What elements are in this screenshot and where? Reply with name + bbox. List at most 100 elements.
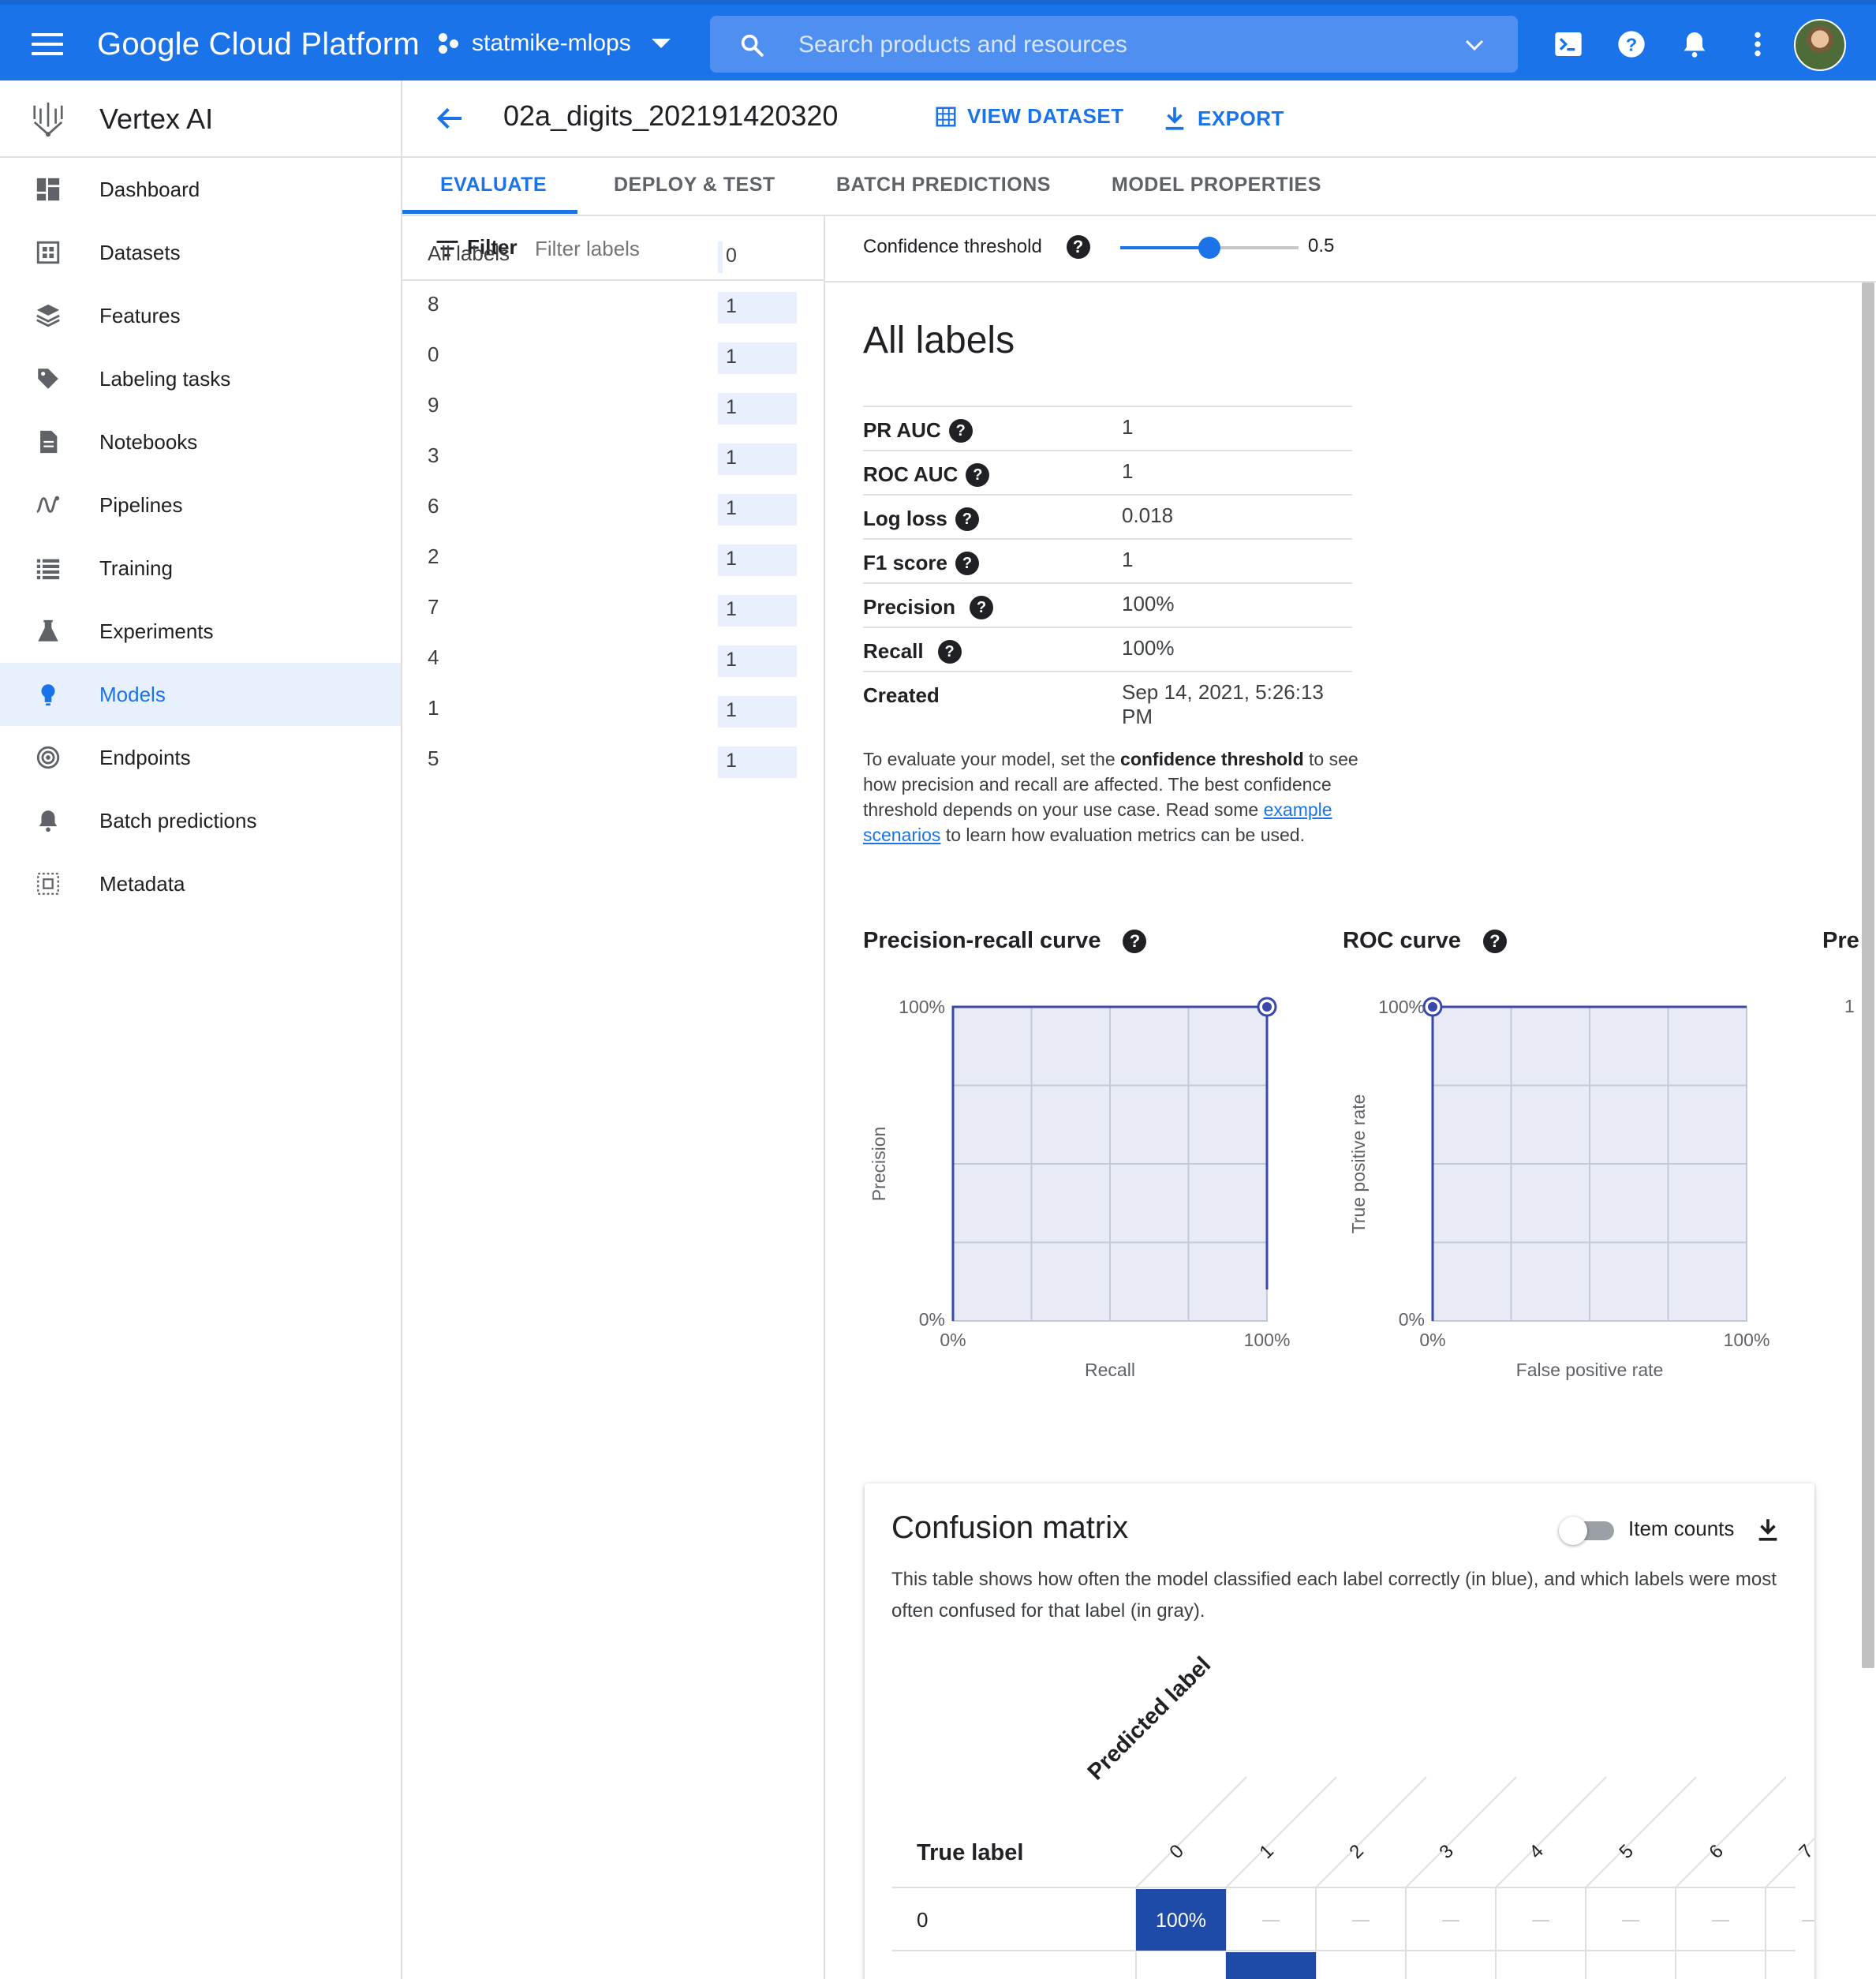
label-row[interactable]: 21 [402, 532, 825, 582]
scrollbar-thumb[interactable] [1862, 282, 1874, 1668]
help-icon[interactable]: ? [966, 462, 990, 487]
column-divider [1675, 1776, 1787, 1888]
roc-chart: 100% 0%0% 100% False positive rate True posi… [1348, 997, 1769, 1380]
svg-text:?: ? [1626, 34, 1637, 54]
download-icon[interactable] [1755, 1515, 1781, 1543]
project-selector[interactable]: statmike-mlops [437, 30, 671, 57]
label-name: 5 [428, 746, 439, 770]
pr-curve-title: Precision-recall curve ? [863, 928, 1147, 954]
sidebar-item-training[interactable]: Training [0, 537, 401, 600]
cell-value: — [1442, 1910, 1459, 1929]
notifications-bell-icon[interactable] [1679, 28, 1710, 60]
column-divider [1135, 1776, 1247, 1888]
slider-fill [1120, 246, 1209, 249]
metric-row: Precision? 100% [863, 582, 1352, 627]
sidebar-item-labeling-tasks[interactable]: Labeling tasks [0, 347, 401, 410]
tab-batch-predictions[interactable]: BATCH PREDICTIONS [836, 174, 1051, 196]
label-value: 1 [726, 447, 737, 469]
metric-key-cell: F1 score? [863, 551, 979, 575]
tab-deploy-test[interactable]: DEPLOY & TEST [614, 174, 775, 196]
metric-name: ROC AUC [863, 462, 959, 486]
threshold-point-dot [1428, 1002, 1437, 1012]
help-icon[interactable]: ? [955, 507, 979, 531]
sidebar-item-models[interactable]: Models [0, 663, 401, 726]
evaluation-explanation: To evaluate your model, set the confiden… [863, 746, 1376, 847]
chevron-down-icon[interactable] [1463, 33, 1486, 57]
metric-name: F1 score [863, 551, 947, 574]
search-bar[interactable]: Search products and resources [710, 16, 1518, 73]
threshold-bar: Confidence threshold ? 0.5 [825, 216, 1876, 282]
label-row[interactable]: 31 [402, 431, 825, 481]
column-divider [1495, 1776, 1607, 1888]
help-icon[interactable]: ? [1123, 929, 1147, 953]
more-vert-icon[interactable] [1742, 28, 1773, 60]
sidebar-item-endpoints[interactable]: Endpoints [0, 726, 401, 789]
sidebar-item-pipelines[interactable]: Pipelines [0, 473, 401, 537]
metric-key-cell: ROC AUC? [863, 462, 990, 487]
column-header: 2 [1345, 1840, 1368, 1863]
column-header: 3 [1435, 1840, 1458, 1863]
sidebar-item-features[interactable]: Features [0, 284, 401, 347]
label-row[interactable]: 11 [402, 683, 825, 734]
roc-curve-title-text: ROC curve [1343, 928, 1461, 953]
third-curve-title: Pre [1822, 928, 1859, 954]
hamburger-menu-icon[interactable] [32, 33, 63, 55]
tab-evaluate[interactable]: EVALUATE [440, 174, 547, 196]
datasets-icon [36, 241, 60, 264]
y-tick-label: 0% [1399, 1309, 1425, 1330]
training-list-icon [36, 559, 60, 580]
sidebar-item-datasets[interactable]: Datasets [0, 221, 401, 284]
search-input[interactable]: Search products and resources [798, 32, 1127, 58]
pipelines-icon [36, 496, 60, 513]
item-counts-toggle[interactable] [1559, 1517, 1614, 1545]
sidebar-item-experiments[interactable]: Experiments [0, 600, 401, 663]
cloud-shell-icon[interactable] [1553, 28, 1584, 60]
label-row[interactable]: 01 [402, 330, 825, 380]
label-row[interactable]: 91 [402, 380, 825, 431]
sidebar-item-batch-predictions[interactable]: Batch predictions [0, 789, 401, 852]
tab-model-properties[interactable]: MODEL PROPERTIES [1112, 174, 1321, 196]
help-icon[interactable]: ? [937, 639, 962, 664]
project-icon [437, 32, 461, 55]
metric-key-cell: Created [863, 683, 940, 708]
view-dataset-label: VIEW DATASET [967, 104, 1124, 128]
metric-value: Sep 14, 2021, 5:26:13 PM [1122, 680, 1324, 728]
label-row[interactable]: All labels 0 [402, 229, 825, 279]
help-icon[interactable]: ? [1616, 28, 1647, 60]
sidebar-item-dashboard[interactable]: Dashboard [0, 158, 401, 221]
sidebar-item-label: Training [99, 556, 173, 580]
metrics-table: PR AUC? 1 ROC AUC? 1 Log loss? 0.018 F1 score?… [863, 406, 1352, 728]
help-icon[interactable]: ? [955, 551, 979, 575]
confidence-threshold-slider[interactable] [1120, 237, 1299, 259]
metric-key-cell: Precision? [863, 595, 994, 619]
label-row[interactable]: 61 [402, 481, 825, 532]
slider-handle[interactable] [1198, 237, 1220, 259]
label-value: 1 [726, 649, 737, 671]
vertex-ai-logo-icon [33, 102, 63, 137]
label-row[interactable]: 81 [402, 279, 825, 330]
platform-brand[interactable]: Google Cloud Platform [97, 27, 420, 62]
export-button[interactable]: EXPORT [1161, 104, 1284, 133]
metric-value: 0.018 [1122, 503, 1174, 527]
help-icon[interactable]: ? [1482, 929, 1507, 953]
help-icon[interactable]: ? [948, 418, 973, 443]
column-divider [1405, 1776, 1517, 1888]
third-curve-tick: 1 [1844, 996, 1855, 1016]
sidebar-item-label: Dashboard [99, 177, 200, 201]
label-name: 2 [428, 544, 439, 568]
sidebar-item-notebooks[interactable]: Notebooks [0, 410, 401, 473]
metric-name: Log loss [863, 507, 947, 530]
sidebar-item-label: Models [99, 682, 166, 706]
model-title: 02a_digits_202191420320 [503, 99, 839, 132]
help-icon[interactable]: ? [970, 595, 994, 619]
view-dataset-button[interactable]: VIEW DATASET [934, 104, 1124, 129]
back-arrow-icon[interactable] [434, 103, 465, 134]
label-row[interactable]: 71 [402, 582, 825, 633]
toggle-thumb [1559, 1517, 1587, 1545]
user-avatar[interactable] [1794, 19, 1846, 71]
label-row[interactable]: 41 [402, 633, 825, 683]
help-icon[interactable]: ? [1066, 235, 1090, 259]
label-row[interactable]: 51 [402, 734, 825, 784]
cell-value: — [1712, 1910, 1729, 1929]
sidebar-item-metadata[interactable]: Metadata [0, 852, 401, 915]
